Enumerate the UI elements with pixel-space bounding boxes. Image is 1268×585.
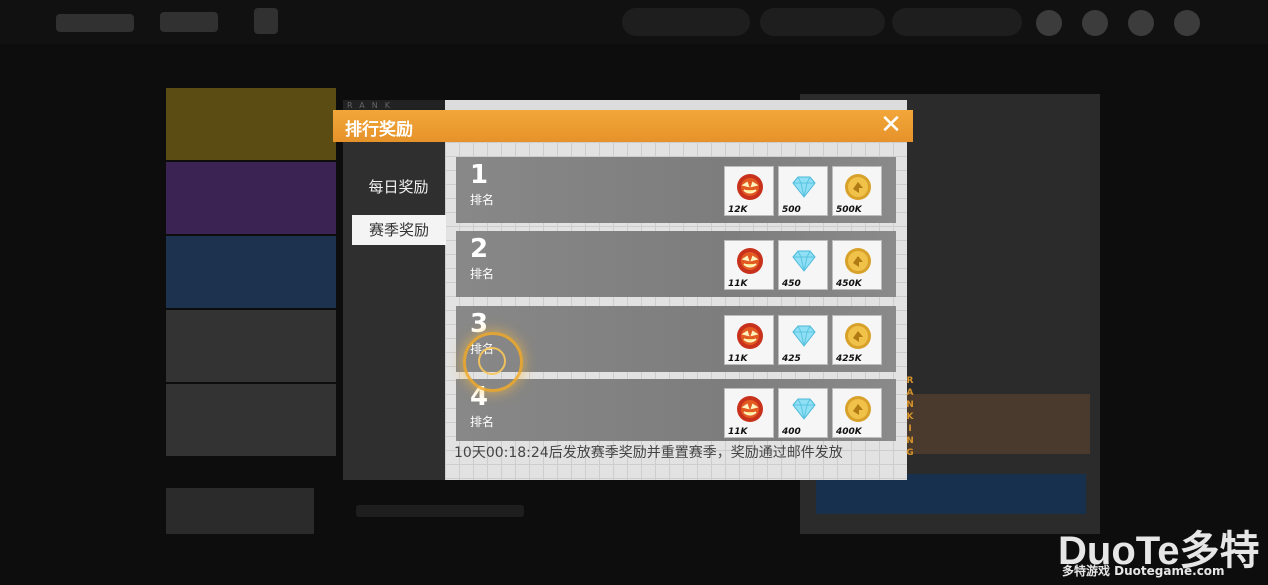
rank-number: 2 xyxy=(470,234,489,264)
reward-amount: 12K xyxy=(728,205,748,215)
tab-season-rewards[interactable]: 赛季奖励 xyxy=(352,215,446,245)
reward-item[interactable]: 11K xyxy=(724,240,774,290)
background-action-button[interactable] xyxy=(816,474,1086,514)
rank-row: 1 排名 12K 500 500K xyxy=(456,157,896,223)
reward-amount: 450 xyxy=(782,279,801,289)
reward-item[interactable]: 12K xyxy=(724,166,774,216)
reward-item[interactable]: 11K xyxy=(724,315,774,365)
list-item xyxy=(166,88,336,160)
reward-amount: 500 xyxy=(782,205,801,215)
resource-bar-coins[interactable] xyxy=(760,8,885,36)
background-reward-boxes xyxy=(900,394,1090,454)
dialog-title: 排行奖励 xyxy=(345,120,413,140)
reward-item[interactable]: 400 xyxy=(778,388,828,438)
settings-icon[interactable] xyxy=(1174,10,1200,36)
background-character-list xyxy=(166,88,336,478)
reward-amount: 425K xyxy=(836,354,862,364)
ranking-deco-text: RANKING xyxy=(906,376,914,458)
reward-amount: 500K xyxy=(836,205,862,215)
rank-label: 排名 xyxy=(470,193,495,207)
rank-label: 排名 xyxy=(470,415,495,429)
reward-item[interactable]: 400K xyxy=(832,388,882,438)
reward-item[interactable]: 425K xyxy=(832,315,882,365)
diamond-icon xyxy=(792,176,816,198)
touch-indicator-inner xyxy=(478,347,506,375)
mail-icon[interactable] xyxy=(1082,10,1108,36)
rank-row: 4 排名 11K 400 400K xyxy=(456,379,896,441)
resource-bar-energy[interactable] xyxy=(622,8,750,36)
pumpkin-icon xyxy=(737,323,763,349)
tab-daily-rewards[interactable]: 每日奖励 xyxy=(351,174,446,200)
background-bottom-text xyxy=(356,505,524,517)
resource-bar-diamonds[interactable] xyxy=(892,8,1022,36)
close-icon[interactable]: ✕ xyxy=(877,111,905,139)
diamond-icon xyxy=(792,250,816,272)
list-item xyxy=(166,162,336,234)
pumpkin-icon xyxy=(737,174,763,200)
watermark-subtitle: 多特游戏 Duotegame.com xyxy=(1062,564,1225,578)
season-reset-notice: 10天00:18:24后发放赛季奖励并重置赛季，奖励通过邮件发放 xyxy=(454,445,843,461)
reward-amount: 11K xyxy=(728,279,748,289)
rank-deco-text: RANK xyxy=(347,101,397,110)
top-menu-item[interactable] xyxy=(160,12,218,32)
diamond-icon xyxy=(792,398,816,420)
reward-item[interactable]: 11K xyxy=(724,388,774,438)
reward-item[interactable]: 450 xyxy=(778,240,828,290)
reward-item[interactable]: 500 xyxy=(778,166,828,216)
dialog-title-bar: 排行奖励 ✕ xyxy=(333,110,913,142)
reward-amount: 400K xyxy=(836,427,862,437)
pumpkin-icon xyxy=(737,396,763,422)
rank-row: 2 排名 11K 450 450K xyxy=(456,231,896,297)
gold-coin-icon xyxy=(845,248,871,274)
reward-amount: 450K xyxy=(836,279,862,289)
list-item xyxy=(166,310,336,382)
reward-amount: 11K xyxy=(728,354,748,364)
rank-number: 1 xyxy=(470,160,489,190)
notice-icon[interactable] xyxy=(1128,10,1154,36)
list-item xyxy=(166,384,336,456)
reward-item[interactable]: 425 xyxy=(778,315,828,365)
reward-item[interactable]: 450K xyxy=(832,240,882,290)
reward-amount: 11K xyxy=(728,427,748,437)
reward-amount: 400 xyxy=(782,427,801,437)
rank-label: 排名 xyxy=(470,267,495,281)
warning-icon[interactable] xyxy=(254,8,278,34)
gold-coin-icon xyxy=(845,396,871,422)
gold-coin-icon xyxy=(845,323,871,349)
reward-amount: 425 xyxy=(782,354,801,364)
reward-item[interactable]: 500K xyxy=(832,166,882,216)
game-logo xyxy=(56,14,134,32)
ranking-rewards-dialog: RANK 排行奖励 ✕ 每日奖励 赛季奖励 1 排名 12K 500 500K … xyxy=(333,100,914,480)
pumpkin-icon xyxy=(737,248,763,274)
top-bar xyxy=(0,0,1268,44)
list-item xyxy=(166,236,336,308)
background-bottom-button[interactable] xyxy=(166,488,314,534)
diamond-icon xyxy=(792,325,816,347)
gold-coin-icon xyxy=(845,174,871,200)
menu-icon[interactable] xyxy=(1036,10,1062,36)
